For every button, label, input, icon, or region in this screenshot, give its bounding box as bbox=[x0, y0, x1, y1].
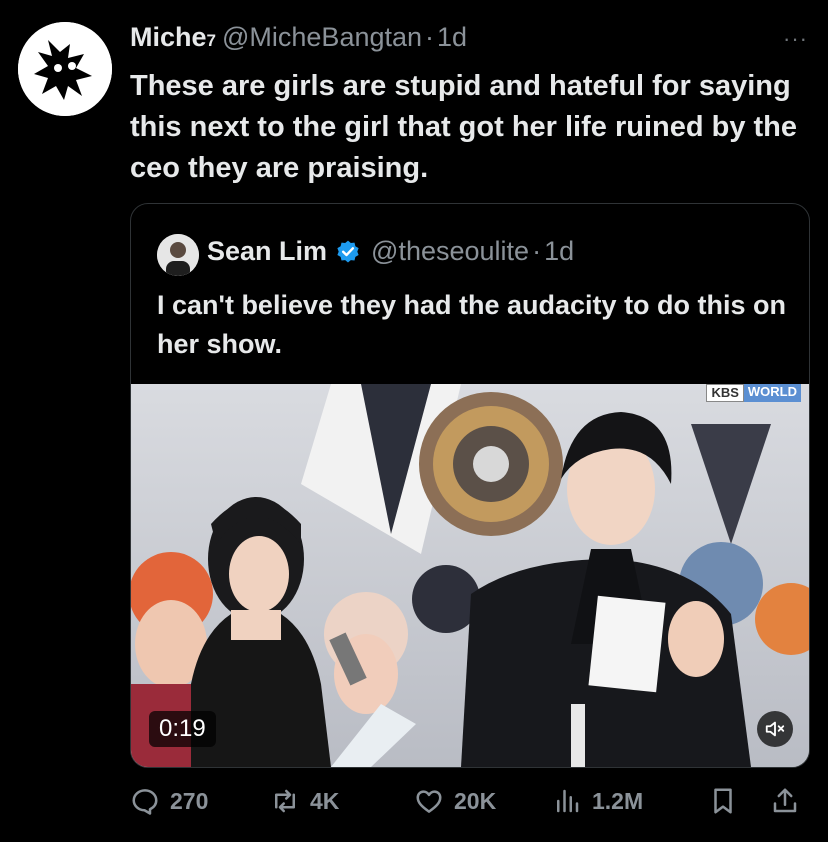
mute-icon[interactable] bbox=[757, 711, 793, 747]
quote-author-handle[interactable]: @theseoulite bbox=[371, 236, 529, 267]
like-icon bbox=[416, 790, 442, 813]
quote-author-avatar[interactable] bbox=[157, 234, 199, 276]
author-name[interactable]: Miche bbox=[130, 22, 207, 53]
views-icon bbox=[557, 789, 579, 813]
verified-icon bbox=[337, 240, 359, 263]
author-avatar[interactable] bbox=[18, 22, 112, 116]
quote-time[interactable]: 1d bbox=[544, 236, 574, 267]
reply-icon bbox=[132, 789, 158, 815]
separator: · bbox=[425, 22, 435, 52]
separator: · bbox=[532, 236, 542, 266]
repost-count: 4K bbox=[310, 787, 340, 814]
more-icon[interactable]: ··· bbox=[783, 26, 808, 52]
tweet-text: These are girls are stupid and hateful f… bbox=[130, 70, 798, 184]
video-duration: 0:19 bbox=[149, 711, 216, 747]
repost-button[interactable]: 4K bbox=[270, 786, 339, 816]
video-frame bbox=[131, 384, 809, 767]
tweet-time[interactable]: 1d bbox=[437, 22, 467, 53]
tweet-header: Miche 7 @MicheBangtan · 1d bbox=[130, 22, 467, 53]
action-bar: 270 4K 20K 1.2M bbox=[130, 780, 810, 824]
quoted-tweet[interactable]: Sean Lim @theseoulite · 1d I can't belie… bbox=[130, 203, 810, 768]
author-handle[interactable]: @MicheBangtan bbox=[222, 22, 422, 53]
author-badge: 7 bbox=[206, 31, 216, 50]
like-button[interactable]: 20K bbox=[414, 786, 496, 816]
reply-count: 270 bbox=[170, 787, 209, 814]
share-button[interactable] bbox=[770, 786, 800, 821]
quote-header: Sean Lim @theseoulite · 1d bbox=[207, 236, 574, 267]
bookmark-button[interactable] bbox=[708, 786, 738, 821]
video-player[interactable]: KBS WORLD 0:19 bbox=[131, 384, 809, 767]
views-count: 1.2M bbox=[592, 787, 644, 814]
broadcaster-logo: KBS WORLD bbox=[706, 384, 801, 402]
share-icon bbox=[773, 788, 797, 813]
views-button[interactable]: 1.2M bbox=[552, 786, 643, 816]
bookmark-icon bbox=[714, 788, 732, 814]
reply-button[interactable]: 270 bbox=[130, 786, 208, 816]
quote-author-name[interactable]: Sean Lim bbox=[207, 236, 327, 267]
like-count: 20K bbox=[454, 787, 497, 814]
quote-text: I can't believe they had the audacity to… bbox=[157, 290, 787, 359]
repost-icon bbox=[275, 789, 295, 813]
